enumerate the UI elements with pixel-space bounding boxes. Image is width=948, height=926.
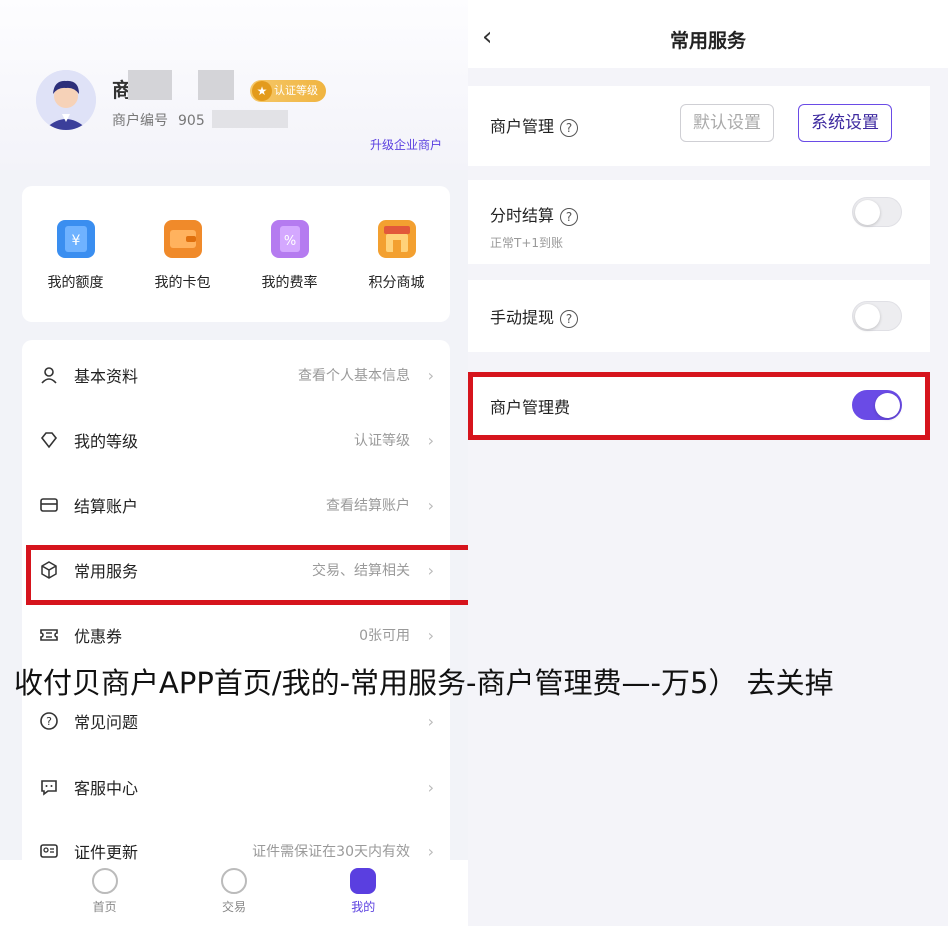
merchant-number-value: 905 — [178, 113, 205, 129]
my-page-panel: 商 ★ 认证等级 商户编号 905 升级企业商户 ¥ 我的额度 我的卡包 % 我… — [0, 0, 476, 926]
quick-item-quota[interactable]: ¥ 我的额度 — [31, 220, 121, 292]
menu-row-value: 查看个人基本信息 — [298, 368, 410, 384]
certification-badge[interactable]: ★ 认证等级 — [250, 80, 326, 102]
quick-item-rate[interactable]: % 我的费率 — [245, 220, 335, 292]
quick-item-label: 我的卡包 — [154, 275, 211, 291]
chevron-right-icon: › — [427, 430, 434, 450]
quick-item-mall[interactable]: 积分商城 — [352, 220, 442, 292]
chevron-right-icon: › — [427, 841, 434, 861]
help-icon[interactable]: ? — [560, 208, 579, 226]
quick-actions-card: ¥ 我的额度 我的卡包 % 我的费率 积分商城 — [22, 186, 450, 322]
tab-mine[interactable]: 我的 — [323, 860, 403, 926]
manual-withdraw-label: 手动提现 — [490, 308, 555, 327]
blurred-name-part — [128, 70, 172, 100]
upgrade-enterprise-link[interactable]: 升级企业商户 — [370, 136, 442, 153]
menu-row-my-level[interactable]: 我的等级 认证等级 › — [22, 407, 450, 473]
highlight-merchant-fee — [468, 372, 930, 440]
timeshare-toggle[interactable] — [852, 197, 902, 227]
menu-row-label: 客服中心 — [74, 779, 139, 798]
menu-row-coupons[interactable]: 优惠券 0张可用 › — [22, 602, 450, 668]
settings-menu-card: 基本资料 查看个人基本信息 › 我的等级 认证等级 › 结算账户 查看结算账户 … — [22, 340, 450, 900]
avatar-illustration — [36, 70, 96, 130]
percent-icon: % — [270, 220, 309, 258]
page-title: 常用服务 — [669, 30, 746, 52]
quick-item-label: 我的额度 — [47, 275, 104, 291]
menu-row-label: 结算账户 — [74, 497, 139, 516]
menu-row-value: 查看结算账户 — [326, 498, 410, 514]
diamond-icon — [38, 429, 60, 451]
menu-row-value: 0张可用 — [359, 628, 410, 644]
wallet-icon — [163, 220, 202, 258]
chevron-right-icon: › — [427, 711, 434, 731]
default-settings-button[interactable]: 默认设置 — [680, 104, 774, 142]
screenshot-stage: 商 ★ 认证等级 商户编号 905 升级企业商户 ¥ 我的额度 我的卡包 % 我… — [0, 0, 948, 926]
timeshare-label: 分时结算 — [490, 206, 555, 225]
merchant-manage-label: 商户管理 — [490, 117, 555, 136]
chevron-right-icon: › — [427, 625, 434, 645]
chevron-right-icon: › — [427, 777, 434, 797]
id-card-icon — [38, 840, 60, 862]
blurred-name-part — [198, 70, 234, 100]
tab-home[interactable]: 首页 — [65, 860, 145, 926]
quick-item-label: 我的费率 — [261, 275, 318, 291]
tab-label: 我的 — [351, 900, 376, 914]
svg-text:%: % — [283, 234, 295, 249]
profile-header: 商 ★ 认证等级 商户编号 905 升级企业商户 — [0, 0, 468, 170]
nav-header: ‹ 常用服务 — [468, 0, 948, 68]
caption-text: 收付贝商户APP首页/我的-常用服务-商户管理费—-万5） 去关掉 — [14, 666, 834, 700]
tab-label: 交易 — [221, 900, 246, 914]
svg-text:¥: ¥ — [71, 233, 80, 249]
help-icon[interactable]: ? — [560, 310, 579, 328]
home-icon — [91, 868, 118, 894]
exchange-icon — [220, 868, 247, 894]
quick-item-label: 积分商城 — [368, 275, 425, 291]
merchant-number: 商户编号 905 — [112, 110, 205, 130]
menu-row-label: 优惠券 — [74, 627, 123, 646]
svg-text:?: ? — [46, 715, 52, 728]
chevron-right-icon: › — [427, 495, 434, 515]
system-settings-button[interactable]: 系统设置 — [798, 104, 892, 142]
menu-row-value: 证件需保证在30天内有效 — [252, 844, 410, 860]
merchant-number-label: 商户编号 — [112, 113, 168, 129]
common-services-panel: ‹ 常用服务 商户管理? 默认设置 系统设置 分时结算? 正常T+1到账 手动提… — [468, 0, 948, 926]
menu-row-label: 基本资料 — [74, 367, 139, 386]
tab-label: 首页 — [92, 900, 117, 914]
avatar[interactable] — [36, 70, 96, 130]
menu-row-label: 我的等级 — [74, 432, 139, 451]
ticket-icon — [38, 624, 60, 646]
star-icon: ★ — [252, 81, 272, 101]
user-icon — [38, 364, 60, 386]
quick-item-cards[interactable]: 我的卡包 — [138, 220, 228, 292]
question-circle-icon: ? — [38, 710, 60, 732]
blurred-merchant-number — [212, 110, 288, 128]
manual-withdraw-row: 手动提现? — [468, 280, 930, 352]
timeshare-settlement-row: 分时结算? 正常T+1到账 — [468, 180, 930, 264]
menu-row-basic-info[interactable]: 基本资料 查看个人基本信息 › — [22, 342, 450, 408]
card-icon — [38, 494, 60, 516]
chat-bubble-icon — [38, 776, 60, 798]
help-icon[interactable]: ? — [560, 119, 579, 137]
menu-row-value: 认证等级 — [354, 433, 410, 449]
badge-label: 认证等级 — [274, 84, 318, 97]
tab-transactions[interactable]: 交易 — [194, 860, 274, 926]
manual-withdraw-label-wrap: 手动提现? — [490, 304, 579, 328]
highlight-common-services — [26, 545, 476, 605]
bottom-tab-bar: 首页 交易 我的 — [0, 860, 468, 926]
manual-withdraw-toggle[interactable] — [852, 301, 902, 331]
yen-wallet-icon: ¥ — [56, 220, 95, 258]
menu-row-settlement-account[interactable]: 结算账户 查看结算账户 › — [22, 472, 450, 538]
menu-row-label: 常见问题 — [74, 713, 139, 732]
menu-row-customer-service[interactable]: 客服中心 › — [22, 754, 450, 820]
chevron-right-icon: › — [427, 365, 434, 385]
shop-icon — [377, 220, 416, 258]
timeshare-label-wrap: 分时结算? — [490, 202, 579, 226]
timeshare-subtitle: 正常T+1到账 — [490, 236, 564, 250]
user-tab-icon — [350, 868, 377, 894]
merchant-manage-label-wrap: 商户管理? — [490, 113, 579, 137]
